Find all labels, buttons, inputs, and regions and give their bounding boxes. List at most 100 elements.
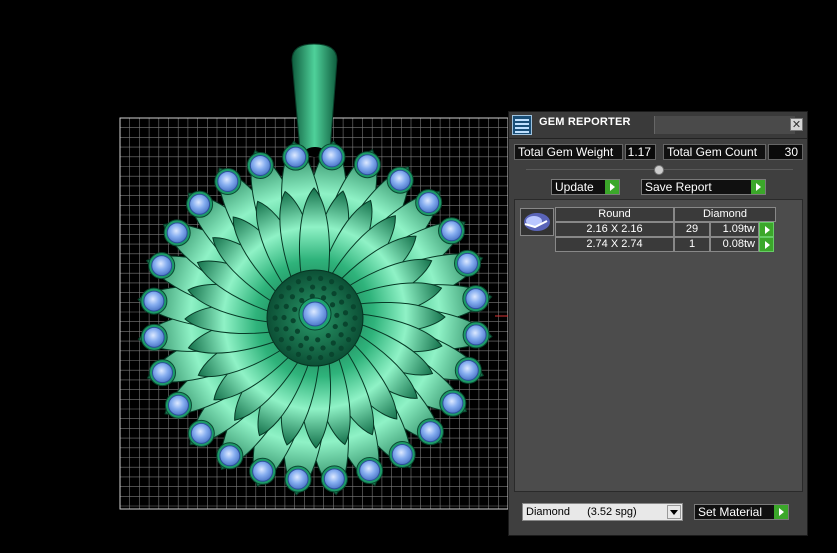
granule-dot — [295, 279, 301, 285]
gem-stone[interactable] — [163, 219, 191, 247]
granule-dot — [289, 294, 296, 300]
granule-dot — [352, 315, 358, 321]
granule-dot — [321, 285, 327, 291]
gem-report-table: Round Diamond 2.16 X 2.16 29 1.09tw 2.74… — [514, 199, 803, 492]
granule-dot — [283, 303, 289, 309]
collapse-toggle-icon[interactable] — [654, 165, 664, 175]
granule-dot — [289, 335, 295, 342]
gem-stone[interactable] — [353, 151, 381, 179]
granule-dot — [286, 345, 292, 351]
granule-dot — [320, 345, 326, 351]
titlebar-drag-area[interactable] — [654, 116, 795, 134]
gem-stone[interactable] — [462, 285, 490, 313]
granule-dot — [338, 332, 344, 338]
granule-dot — [294, 328, 301, 334]
material-select-name: Diamond — [526, 506, 571, 518]
gem-stone[interactable] — [140, 287, 168, 315]
gem-stone[interactable] — [186, 190, 214, 218]
granule-dot — [329, 302, 336, 308]
material-select[interactable]: Diamond (3.52 spg) — [522, 503, 683, 521]
gem-stone[interactable] — [416, 418, 444, 446]
granule-dot — [325, 332, 331, 339]
granule-dot — [329, 279, 335, 285]
granule-dot — [338, 285, 344, 291]
row-count: 1 — [674, 237, 710, 252]
granule-dot — [306, 354, 312, 361]
close-icon[interactable]: ✕ — [790, 118, 803, 131]
granule-dot — [292, 306, 298, 313]
granule-dot — [298, 342, 304, 349]
row-count: 29 — [674, 222, 710, 237]
chevron-down-icon[interactable] — [667, 505, 681, 519]
gem-stone[interactable] — [454, 356, 482, 384]
total-gem-weight-label: Total Gem Weight — [514, 144, 623, 160]
granule-dot — [331, 290, 337, 297]
gem-stone[interactable] — [284, 465, 312, 493]
update-button[interactable]: Update — [551, 179, 620, 195]
granule-dot — [303, 335, 310, 341]
granule-dot — [346, 293, 352, 299]
update-button-label: Update — [555, 180, 594, 194]
set-material-button[interactable]: Set Material — [694, 504, 789, 520]
column-header-shape: Round — [555, 207, 674, 222]
round-gem-icon — [524, 213, 550, 231]
gem-shape-thumbnail[interactable] — [520, 208, 554, 236]
panel-title: GEM REPORTER — [539, 116, 631, 128]
row-weight: 0.08tw — [710, 237, 759, 252]
center-gem-stone[interactable] — [298, 297, 332, 331]
granule-dot — [283, 326, 289, 332]
gem-stone[interactable] — [246, 151, 274, 179]
granule-dot — [290, 318, 296, 324]
granule-dot — [310, 284, 316, 290]
gem-stone[interactable] — [282, 143, 310, 171]
save-report-button-label: Save Report — [645, 180, 712, 194]
gem-stone[interactable] — [454, 249, 482, 277]
row-size: 2.74 X 2.74 — [555, 237, 674, 252]
gem-stone[interactable] — [148, 359, 176, 387]
granule-dot — [309, 346, 315, 352]
play-arrow-icon — [751, 180, 765, 194]
pendant-bail — [291, 43, 338, 156]
column-header-material: Diamond — [674, 207, 776, 222]
granule-dot — [329, 351, 335, 357]
granule-dot — [332, 323, 338, 330]
gem-stone[interactable] — [187, 419, 215, 447]
granule-dot — [318, 275, 324, 282]
panel-titlebar[interactable]: GEM REPORTER ✕ — [509, 112, 807, 139]
gem-stone[interactable] — [216, 442, 244, 470]
gem-stone[interactable] — [462, 321, 490, 349]
granule-dot — [339, 299, 345, 305]
gem-stone[interactable] — [249, 457, 277, 485]
gem-stone[interactable] — [439, 389, 467, 417]
gem-stone[interactable] — [356, 457, 384, 485]
gem-stone[interactable] — [386, 166, 414, 194]
gem-stone[interactable] — [388, 441, 416, 469]
granule-dot — [306, 275, 312, 282]
granule-dot — [278, 337, 284, 343]
granule-dot — [286, 285, 292, 291]
flower-pendant-model[interactable] — [136, 43, 494, 497]
gem-stone[interactable] — [415, 189, 443, 217]
set-material-button-label: Set Material — [698, 505, 763, 519]
save-report-button[interactable]: Save Report — [641, 179, 766, 195]
gem-stone[interactable] — [148, 252, 176, 280]
play-arrow-icon — [774, 505, 788, 519]
granule-dot — [315, 337, 321, 343]
select-gems-arrow-icon[interactable] — [759, 237, 774, 252]
gem-stone[interactable] — [438, 217, 466, 245]
granule-dot — [350, 304, 356, 310]
select-gems-arrow-icon[interactable] — [759, 222, 774, 237]
granule-dot — [318, 354, 324, 361]
granule-dot — [334, 312, 340, 318]
material-select-spg: (3.52 spg) — [587, 506, 637, 518]
gem-stone[interactable] — [318, 143, 346, 171]
granule-dot — [338, 345, 344, 351]
gem-stone[interactable] — [214, 167, 242, 195]
gem-stone[interactable] — [140, 323, 168, 351]
granule-dot — [350, 326, 356, 332]
granule-dot — [278, 293, 284, 299]
gem-stone[interactable] — [164, 391, 192, 419]
total-gem-count-value: 30 — [768, 144, 803, 160]
total-gem-count-label: Total Gem Count — [663, 144, 766, 160]
gem-stone[interactable] — [320, 465, 348, 493]
